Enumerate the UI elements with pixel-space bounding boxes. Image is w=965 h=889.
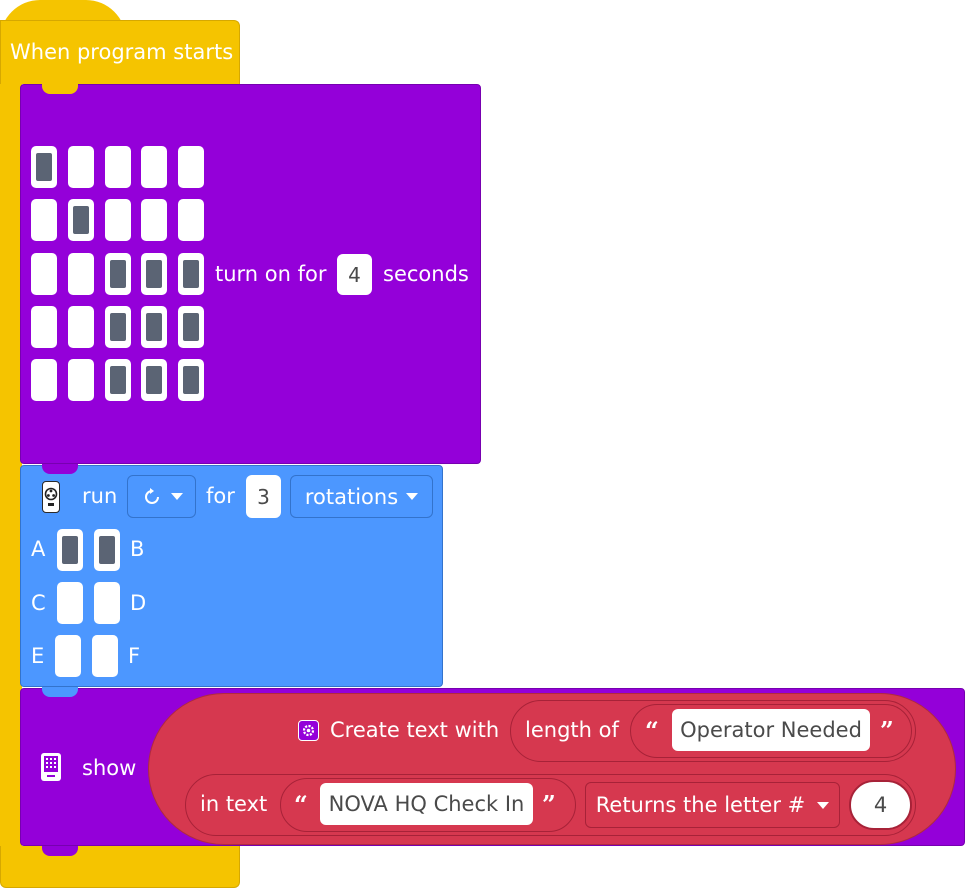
clockwise-icon: [144, 487, 159, 504]
matrix-led-3-1[interactable]: [68, 306, 94, 348]
matrix-led-0-2[interactable]: [105, 146, 131, 188]
matrix-led-2-0[interactable]: [31, 253, 57, 295]
matrix-led-2-3[interactable]: [141, 253, 167, 295]
for-label: for: [206, 484, 235, 508]
port-label-f: F: [128, 644, 141, 668]
matrix-led-4-1[interactable]: [68, 359, 94, 401]
motor-icon: [42, 481, 60, 513]
length-of-label: length of: [525, 718, 619, 742]
port-label-e: E: [31, 644, 45, 668]
port-f-toggle[interactable]: [92, 635, 118, 677]
matrix-led-3-4[interactable]: [178, 306, 204, 348]
event-block-arm: [0, 84, 22, 850]
port-label-b: B: [130, 537, 145, 561]
chevron-down-icon: [406, 493, 419, 500]
matrix-led-2-1[interactable]: [68, 253, 94, 295]
matrix-led-0-3[interactable]: [141, 146, 167, 188]
close-quote-icon: ”: [542, 790, 556, 819]
port-label-c: C: [31, 591, 46, 615]
event-block-foot: [0, 846, 240, 888]
string-input-1[interactable]: Operator Needed: [672, 709, 870, 751]
chevron-down-icon: [817, 801, 830, 809]
direction-dropdown[interactable]: [127, 475, 196, 518]
matrix-led-0-0[interactable]: [31, 146, 57, 188]
matrix-led-2-2[interactable]: [105, 253, 131, 295]
led-matrix-grid[interactable]: [31, 146, 207, 404]
open-quote-icon: “: [645, 716, 659, 745]
seconds-label: seconds: [383, 262, 469, 286]
port-label-a: A: [31, 537, 46, 561]
matrix-led-1-4[interactable]: [178, 199, 204, 241]
unit-label: rotations: [304, 484, 399, 509]
gear-icon: [298, 720, 319, 741]
matrix-led-4-0[interactable]: [31, 359, 57, 401]
matrix-led-2-4[interactable]: [178, 253, 204, 295]
port-label-d: D: [130, 591, 147, 615]
run-label: run: [82, 484, 118, 508]
create-text-label: Create text with: [330, 718, 500, 742]
close-quote-icon: ”: [880, 716, 894, 745]
port-d-toggle[interactable]: [94, 582, 120, 624]
matrix-led-1-3[interactable]: [141, 199, 167, 241]
duration-input[interactable]: 4: [337, 254, 372, 295]
block-notch: [42, 464, 78, 474]
matrix-led-4-3[interactable]: [141, 359, 167, 401]
matrix-led-3-0[interactable]: [31, 306, 57, 348]
matrix-led-0-4[interactable]: [178, 146, 204, 188]
block-notch: [42, 687, 78, 697]
port-a-toggle[interactable]: [57, 529, 83, 571]
turn-on-label: turn on for: [215, 262, 327, 286]
letter-index-input[interactable]: 4: [849, 780, 912, 830]
matrix-led-1-2[interactable]: [105, 199, 131, 241]
unit-dropdown[interactable]: rotations: [290, 475, 433, 518]
mode-label: Returns the letter #: [595, 793, 806, 817]
port-b-toggle[interactable]: [94, 529, 120, 571]
matrix-led-0-1[interactable]: [68, 146, 94, 188]
matrix-led-1-1[interactable]: [68, 199, 94, 241]
matrix-led-4-4[interactable]: [178, 359, 204, 401]
matrix-led-3-2[interactable]: [105, 306, 131, 348]
mode-dropdown[interactable]: Returns the letter #: [585, 782, 840, 828]
open-quote-icon: “: [294, 790, 308, 819]
string-input-2[interactable]: NOVA HQ Check In: [320, 783, 533, 825]
rotations-input[interactable]: 3: [246, 475, 281, 518]
port-e-toggle[interactable]: [55, 635, 81, 677]
display-icon: [41, 753, 61, 781]
matrix-led-4-2[interactable]: [105, 359, 131, 401]
block-notch: [42, 84, 78, 94]
matrix-led-1-0[interactable]: [31, 199, 57, 241]
event-title: When program starts: [10, 40, 234, 64]
block-notch: [42, 846, 78, 856]
show-label: show: [82, 756, 137, 780]
chevron-down-icon: [170, 493, 183, 500]
matrix-led-3-3[interactable]: [141, 306, 167, 348]
port-c-toggle[interactable]: [57, 582, 83, 624]
